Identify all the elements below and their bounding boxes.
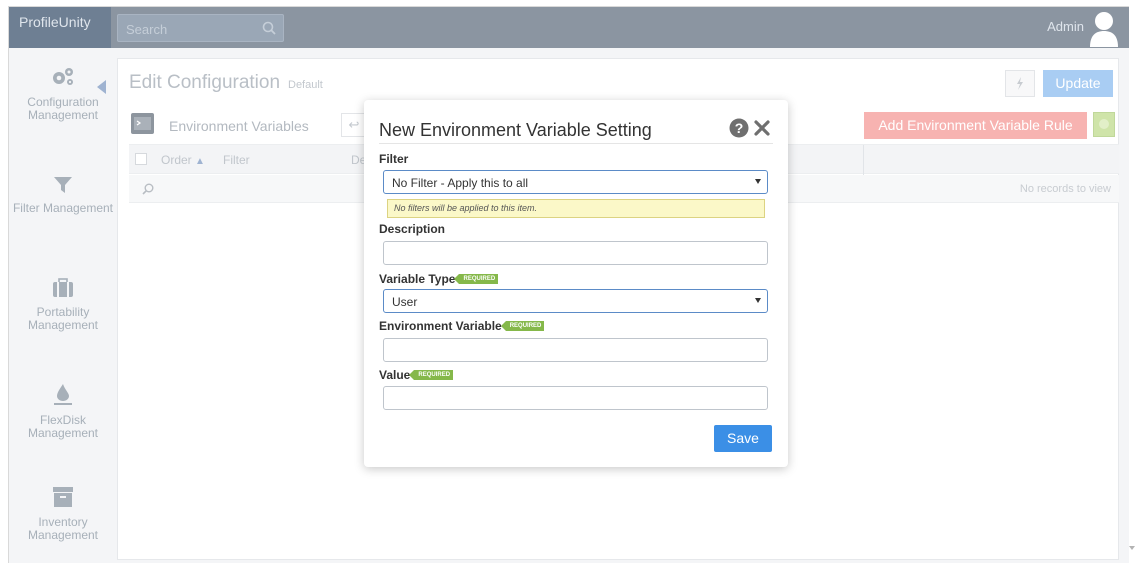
variable-type-label: Variable Type REQUIRED <box>379 272 499 286</box>
filter-label: Filter <box>379 152 409 166</box>
chevron-down-icon <box>755 298 761 303</box>
variable-type-select[interactable]: User <box>383 289 768 313</box>
sidebar-item-label: Inventory Management <box>27 515 99 542</box>
filter-hint: No filters will be applied to this item. <box>387 199 765 218</box>
filter-icon <box>54 177 72 193</box>
description-field[interactable] <box>383 241 768 265</box>
user-name[interactable]: Admin <box>1047 19 1084 34</box>
env-variable-field[interactable] <box>383 338 768 362</box>
sidebar-item-flexdisk[interactable]: FlexDisk Management <box>9 382 117 440</box>
briefcase-icon <box>53 278 73 297</box>
sidebar-item-label: Configuration Management <box>27 95 99 122</box>
column-filter[interactable]: Filter <box>223 153 250 167</box>
save-button[interactable]: Save <box>714 425 772 452</box>
sort-up-icon: ▲ <box>195 156 205 167</box>
filter-select-value: No Filter - Apply this to all <box>392 176 529 190</box>
archive-icon <box>53 487 73 507</box>
filter-select[interactable]: No Filter - Apply this to all <box>383 170 768 194</box>
select-all-checkbox[interactable] <box>135 153 147 165</box>
required-badge: REQUIRED <box>409 369 454 380</box>
page-subtitle: Default <box>288 79 323 91</box>
sidebar-item-inventory[interactable]: Inventory Management <box>9 486 117 542</box>
add-rule-button[interactable]: Add Environment Variable Rule <box>864 112 1087 139</box>
chevron-down-icon <box>755 179 761 184</box>
label-text: Variable Type <box>379 272 456 286</box>
label-text: Environment Variable <box>379 319 502 333</box>
page-title: Edit Configuration <box>129 72 281 93</box>
bolt-icon <box>1017 77 1023 90</box>
help-icon[interactable]: ? <box>729 118 749 138</box>
top-bar: ProfileUnity Search Admin <box>9 7 1129 48</box>
avatar-icon[interactable] <box>1088 9 1120 47</box>
required-badge: REQUIRED <box>500 320 545 331</box>
label-text: Value <box>379 368 411 382</box>
empty-message: No records to view <box>1019 183 1111 195</box>
close-icon[interactable] <box>754 120 770 136</box>
column-label: Order <box>161 153 192 167</box>
value-label: Value REQUIRED <box>379 368 454 382</box>
description-label: Description <box>379 222 446 236</box>
sidebar-item-label: Filter Management <box>12 201 114 215</box>
dialog-divider <box>379 143 773 144</box>
new-env-variable-dialog: New Environment Variable Setting ? Filte… <box>364 100 788 467</box>
variable-type-value: User <box>392 295 418 309</box>
bolt-button[interactable] <box>1005 70 1035 97</box>
section-title: Environment Variables <box>169 118 309 134</box>
sidebar-item-portability[interactable]: Portability Management <box>9 278 117 332</box>
column-order[interactable]: Order ▲ <box>161 153 205 167</box>
flexdisk-icon <box>54 384 72 405</box>
magnifier-icon[interactable] <box>141 182 155 196</box>
puzzle-icon <box>1099 119 1109 129</box>
sidebar: Configuration Management Filter Manageme… <box>9 48 117 563</box>
sidebar-item-filter[interactable]: Filter Management <box>9 176 117 215</box>
sidebar-item-configuration[interactable]: Configuration Management <box>9 66 117 122</box>
terminal-icon <box>131 113 154 134</box>
scroll-down-icon[interactable] <box>1129 546 1135 550</box>
gears-icon <box>53 68 73 85</box>
search-placeholder: Search <box>126 22 168 37</box>
required-badge: REQUIRED <box>454 273 499 284</box>
sidebar-item-label: FlexDisk Management <box>27 413 99 440</box>
back-arrow-icon: ↩ <box>348 117 360 132</box>
value-field[interactable] <box>383 386 768 410</box>
search-icon[interactable] <box>261 20 277 36</box>
env-variable-label: Environment Variable REQUIRED <box>379 319 545 333</box>
svg-text:?: ? <box>735 120 744 136</box>
dialog-title: New Environment Variable Setting <box>379 120 652 140</box>
update-button[interactable]: Update <box>1043 70 1113 97</box>
export-button[interactable] <box>1093 112 1115 137</box>
brand-logo[interactable]: ProfileUnity <box>9 7 111 48</box>
column-divider <box>863 145 864 175</box>
search-input[interactable]: Search <box>117 14 284 42</box>
sidebar-item-label: Portability Management <box>27 305 99 332</box>
